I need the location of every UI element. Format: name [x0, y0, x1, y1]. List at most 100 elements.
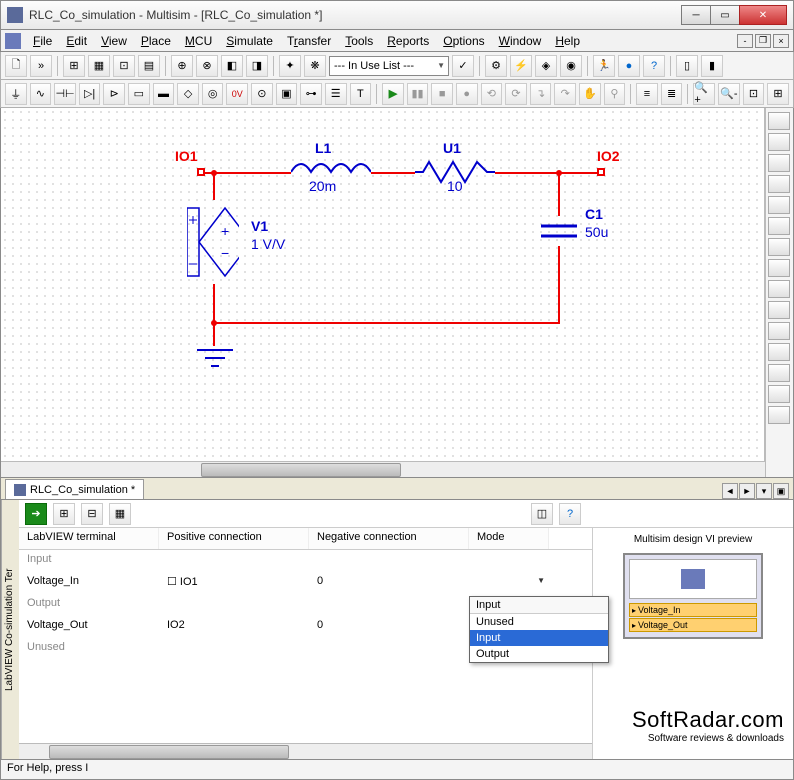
instr-11[interactable] [768, 322, 790, 340]
ic2-icon[interactable]: ▬ [153, 83, 175, 105]
opt-unused[interactable]: Unused [470, 614, 608, 630]
pause-button[interactable]: ▮▮ [407, 83, 429, 105]
globe-icon[interactable]: ● [618, 55, 640, 77]
instr-10[interactable] [768, 301, 790, 319]
menu-help[interactable]: Help [549, 32, 586, 50]
resistor-icon[interactable]: ∿ [30, 83, 52, 105]
view1-icon[interactable]: ▯ [676, 55, 698, 77]
conn-icon[interactable]: ⊶ [300, 83, 322, 105]
minimize-button[interactable]: ─ [681, 5, 711, 25]
t2-icon[interactable]: ⚡ [510, 55, 532, 77]
wand-icon[interactable]: ✦ [279, 55, 301, 77]
step-over-icon[interactable]: ↷ [554, 83, 576, 105]
go-button[interactable]: ➔ [25, 503, 47, 525]
src-icon[interactable]: ◎ [202, 83, 224, 105]
t1-icon[interactable]: ⚙ [485, 55, 507, 77]
tab-dock[interactable]: ▣ [773, 483, 789, 499]
zoom-in-icon[interactable]: 🔍+ [693, 83, 715, 105]
io1-node[interactable] [197, 168, 205, 176]
menu-place[interactable]: Place [135, 32, 177, 50]
expand-icon[interactable]: » [30, 55, 52, 77]
t3-icon[interactable]: ◈ [535, 55, 557, 77]
col-mode[interactable]: Mode [469, 528, 549, 549]
cap-icon[interactable]: ⊣⊢ [54, 83, 76, 105]
table-h-scrollbar[interactable] [19, 743, 592, 759]
instr-12[interactable] [768, 343, 790, 361]
grid4-icon[interactable]: ▤ [138, 55, 160, 77]
cosim-btn2[interactable]: ⊞ [53, 503, 75, 525]
menu-view[interactable]: View [95, 32, 133, 50]
col-positive[interactable]: Positive connection [159, 528, 309, 549]
maximize-button[interactable]: ▭ [710, 5, 740, 25]
tool2-icon[interactable]: ⊗ [196, 55, 218, 77]
help-icon[interactable]: ? [643, 55, 665, 77]
cosim-btn4[interactable]: ▦ [109, 503, 131, 525]
info-icon[interactable]: ? [559, 503, 581, 525]
step-back-icon[interactable]: ⟲ [481, 83, 503, 105]
ground-icon[interactable]: ⏚ [5, 83, 27, 105]
menu-simulate[interactable]: Simulate [220, 32, 279, 50]
menu-reports[interactable]: Reports [381, 32, 435, 50]
ic-icon[interactable]: ▭ [128, 83, 150, 105]
vi-box[interactable]: ▸Voltage_In ▸Voltage_Out [623, 553, 763, 639]
instr-4[interactable] [768, 175, 790, 193]
instr-13[interactable] [768, 364, 790, 382]
col-terminal[interactable]: LabVIEW terminal [19, 528, 159, 549]
mode-cell[interactable]: ▼ [469, 572, 549, 594]
grid2-icon[interactable]: ▦ [88, 55, 110, 77]
probe-icon[interactable]: ⚲ [604, 83, 626, 105]
instr-6[interactable] [768, 217, 790, 235]
instr-5[interactable] [768, 196, 790, 214]
tab-next[interactable]: ► [739, 483, 755, 499]
diode-icon[interactable]: ▷| [79, 83, 101, 105]
instr-3[interactable] [768, 154, 790, 172]
list2-icon[interactable]: ≣ [661, 83, 683, 105]
opt-output[interactable]: Output [470, 646, 608, 662]
source-symbol[interactable]: + − [187, 200, 239, 284]
grid3-icon[interactable]: ⊡ [113, 55, 135, 77]
transistor-icon[interactable]: ⊳ [103, 83, 125, 105]
view2-icon[interactable]: ▮ [701, 55, 723, 77]
tab-prev[interactable]: ◄ [722, 483, 738, 499]
tab-rlc[interactable]: RLC_Co_simulation * [5, 479, 144, 499]
hand-icon[interactable]: ✋ [579, 83, 601, 105]
text-icon[interactable]: T [350, 83, 372, 105]
stop-button[interactable]: ■ [431, 83, 453, 105]
menu-tools[interactable]: Tools [339, 32, 379, 50]
instr-7[interactable] [768, 238, 790, 256]
opt-input[interactable]: Input [470, 630, 608, 646]
ground-symbol[interactable] [197, 346, 233, 370]
menu-window[interactable]: Window [493, 32, 548, 50]
cosim-vtab[interactable]: LabVIEW Co-simulation Ter [1, 500, 19, 759]
meter-icon[interactable]: ⊙ [251, 83, 273, 105]
step-into-icon[interactable]: ↴ [530, 83, 552, 105]
tool4-icon[interactable]: ◨ [246, 55, 268, 77]
schematic-canvas[interactable]: IO1 IO2 L1 20m U1 10 [1, 108, 765, 461]
zoom-sel-icon[interactable]: ⊞ [767, 83, 789, 105]
run-button[interactable]: ▶ [382, 83, 404, 105]
instr-14[interactable] [768, 385, 790, 403]
t4-icon[interactable]: ◉ [560, 55, 582, 77]
misc-icon[interactable]: ◇ [177, 83, 199, 105]
instr-9[interactable] [768, 280, 790, 298]
menu-mcu[interactable]: MCU [179, 32, 218, 50]
mdi-close[interactable]: × [773, 34, 789, 48]
menu-transfer[interactable]: Transfer [281, 32, 337, 50]
layout-icon[interactable]: ◫ [531, 503, 553, 525]
instr-15[interactable] [768, 406, 790, 424]
instr-1[interactable] [768, 112, 790, 130]
comp-icon[interactable]: ▣ [276, 83, 298, 105]
menu-options[interactable]: Options [437, 32, 490, 50]
mdi-minimize[interactable]: - [737, 34, 753, 48]
table-row[interactable]: Voltage_In ☐ IO1 0 ▼ [19, 572, 592, 594]
zoom-fit-icon[interactable]: ⊡ [743, 83, 765, 105]
io2-node[interactable] [597, 168, 605, 176]
new-doc-icon[interactable]: 🗋 [5, 55, 27, 77]
record-button[interactable]: ● [456, 83, 478, 105]
close-button[interactable]: ✕ [739, 5, 787, 25]
zoom-out-icon[interactable]: 🔍- [718, 83, 740, 105]
in-use-list-combo[interactable]: --- In Use List --- [329, 56, 449, 76]
instr-8[interactable] [768, 259, 790, 277]
menu-file[interactable]: File [27, 32, 58, 50]
step-fwd-icon[interactable]: ⟳ [505, 83, 527, 105]
